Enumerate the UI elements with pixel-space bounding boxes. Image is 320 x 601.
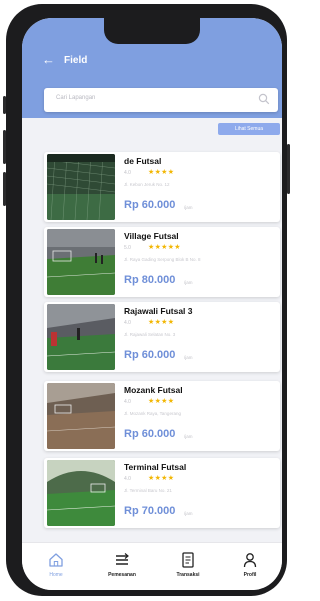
back-arrow-icon[interactable]: ← [42,52,55,67]
field-rating: 4.0 [124,399,131,405]
user-icon [243,553,257,568]
field-photo [47,229,115,295]
volume-down-button [3,172,6,206]
field-rating: 4.0 [124,320,131,326]
nav-item-transaksi[interactable]: Transaksi [166,551,210,578]
nav-label-pemesanan: Pemesanan [108,572,136,578]
nav-item-profil[interactable]: Profil [228,551,272,578]
rating-stars-icon: ★★★★ [148,398,175,405]
field-photo [47,383,115,449]
phone-frame: ← Field Cari Lapangan Lihat Semua de Fut… [3,4,290,596]
field-photo [47,460,115,526]
field-rating: 4.0 [124,170,131,176]
price-unit: /jam [184,511,193,516]
bottom-navigation: Home Pemesanan Transaksi Profil [22,542,282,590]
nav-item-pemesanan[interactable]: Pemesanan [100,551,144,578]
field-address: Jl. Raya Gading Serpong Blok B No. 8 [124,257,201,262]
field-name: Rajawali Futsal 3 [124,306,193,316]
field-rating: 4.0 [124,476,131,482]
rating-stars-icon: ★★★★★ [148,244,181,251]
field-address: Jl. Mozank Raya, Tangerang [124,411,181,416]
price-unit: /jam [184,205,193,210]
field-address: Jl. Kebon Jeruk No. 12 [124,182,170,187]
field-address: Jl. Terminal Baru No. 21 [124,488,172,493]
power-button [287,144,290,194]
price-unit: /jam [184,355,193,360]
app-screen: ← Field Cari Lapangan Lihat Semua de Fut… [22,18,282,590]
phone-notch [104,18,200,44]
home-icon [49,553,63,567]
rating-stars-icon: ★★★★ [148,169,175,176]
rating-stars-icon: ★★★★ [148,475,175,482]
field-name: Mozank Futsal [124,385,183,395]
field-card[interactable]: Terminal Futsal 4.0 ★★★★ Jl. Terminal Ba… [44,458,280,528]
field-card[interactable]: de Futsal 4.0 ★★★★ Jl. Kebon Jeruk No. 1… [44,152,280,222]
nav-label-transaksi: Transaksi [176,572,200,578]
receipt-icon [182,552,194,568]
price-unit: /jam [184,280,193,285]
mute-switch [3,96,6,114]
nav-label-profil: Profil [243,572,257,578]
volume-up-button [3,130,6,164]
field-price: Rp 60.000 [124,349,176,361]
field-address: Jl. Rajawali Selatan No. 3 [124,332,176,337]
list-icon [116,553,129,565]
field-name: de Futsal [124,156,162,166]
nav-label-home: Home [49,572,63,578]
search-input[interactable]: Cari Lapangan [44,88,278,112]
field-card[interactable]: Rajawali Futsal 3 4.0 ★★★★ Jl. Rajawali … [44,302,280,372]
page-title: Field [64,55,88,66]
field-price: Rp 60.000 [124,199,176,211]
field-price: Rp 60.000 [124,428,176,440]
field-photo [47,154,115,220]
field-photo [47,304,115,370]
field-price: Rp 80.000 [124,274,176,286]
field-name: Terminal Futsal [124,462,187,472]
nav-item-home[interactable]: Home [34,551,78,578]
search-placeholder: Cari Lapangan [56,95,96,101]
field-rating: 5.0 [124,245,131,251]
rating-stars-icon: ★★★★ [148,319,175,326]
price-unit: /jam [184,434,193,439]
field-name: Village Futsal [124,231,179,241]
search-icon[interactable] [258,93,270,105]
view-all-button[interactable]: Lihat Semua [218,123,280,135]
field-card[interactable]: Mozank Futsal 4.0 ★★★★ Jl. Mozank Raya, … [44,381,280,451]
field-price: Rp 70.000 [124,505,176,517]
field-card[interactable]: Village Futsal 5.0 ★★★★★ Jl. Raya Gading… [44,227,280,297]
